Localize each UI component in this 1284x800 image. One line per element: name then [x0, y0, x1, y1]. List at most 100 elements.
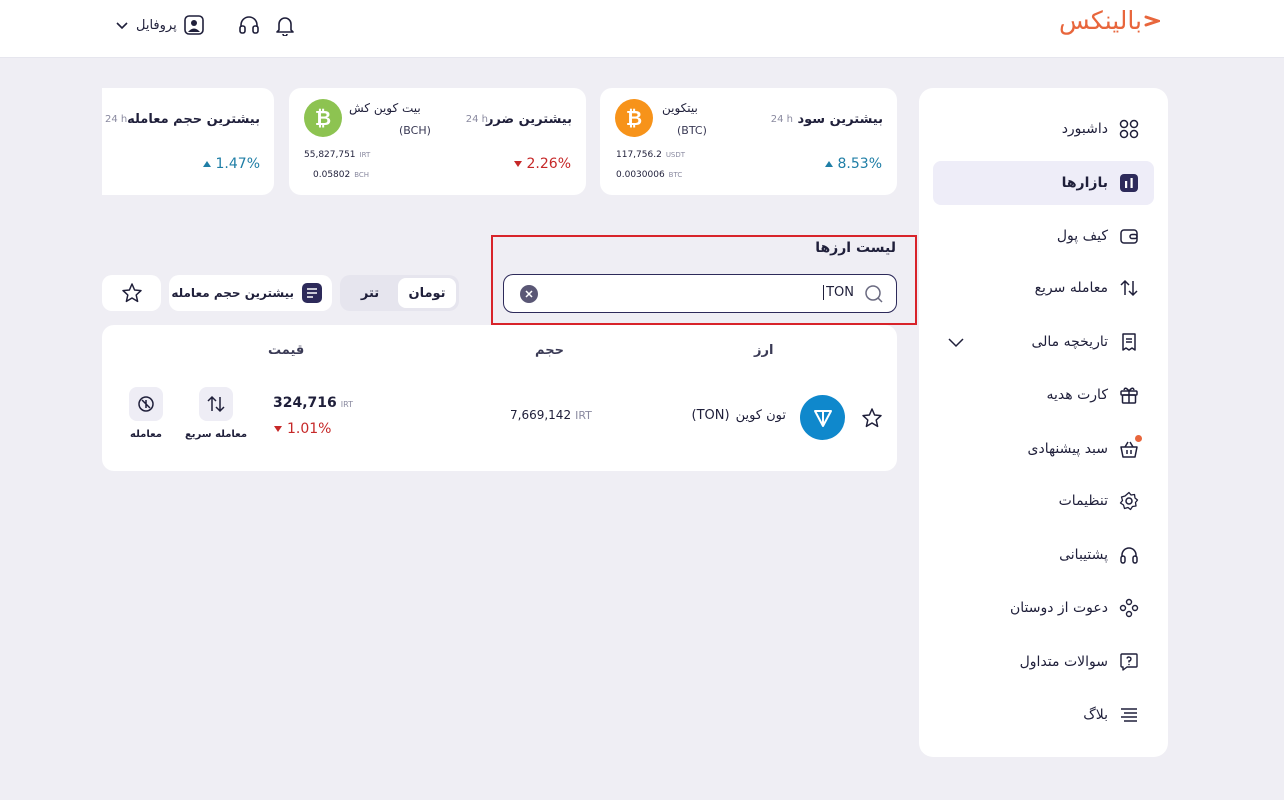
change-value: 1.01%	[287, 421, 332, 437]
sidebar-item-suggested-basket[interactable]: سبد پیشنهادی	[933, 427, 1154, 471]
trade-icon	[129, 387, 163, 421]
change-percent: 1.47%	[202, 156, 260, 172]
favorite-star-button[interactable]	[861, 407, 883, 433]
search-value: TON	[823, 285, 854, 300]
change-percent: 8.53%	[824, 156, 882, 172]
quick-trade-label: معامله سریع	[184, 429, 248, 440]
gift-icon	[1118, 384, 1140, 406]
favorites-filter-button[interactable]	[102, 275, 161, 311]
notification-dot	[1135, 435, 1142, 442]
sidebar-item-label: معامله سریع	[1034, 280, 1108, 296]
volume-unit: IRT	[575, 409, 592, 422]
sidebar-item-label: سوالات متداول	[1019, 654, 1108, 670]
price-mini: 55,827,751 IRT	[304, 150, 370, 160]
tab-tether[interactable]: تتر	[343, 278, 397, 308]
sort-label: بیشترین حجم معامله	[171, 286, 294, 300]
quick-trade-button[interactable]: معامله سریع	[184, 387, 248, 440]
coin-symbol: (BCH)	[399, 124, 431, 137]
menu-lines-icon	[1118, 704, 1140, 726]
change-value: 8.53%	[837, 156, 882, 172]
sidebar-item-label: بلاگ	[1083, 707, 1108, 723]
sidebar-item-blog[interactable]: بلاگ	[933, 693, 1154, 737]
search-input[interactable]: TON	[503, 274, 897, 313]
sidebar-item-settings[interactable]: تنظیمات	[933, 479, 1154, 523]
sidebar-item-label: کارت هدیه	[1046, 387, 1108, 403]
coin-label: (TON) تون کوین	[692, 408, 786, 423]
price-unit: USDT	[665, 151, 686, 159]
change-percent: 2.26%	[513, 156, 571, 172]
profile-menu[interactable]: پروفایل	[114, 14, 205, 36]
triangle-up-icon	[824, 161, 833, 167]
sidebar-item-support[interactable]: پشتیبانی	[933, 533, 1154, 577]
chevron-down-icon	[116, 22, 128, 30]
change-value: 1.47%	[215, 156, 260, 172]
logo[interactable]: بالینکس	[1059, 6, 1160, 35]
coin-name: بیتکوین	[662, 101, 698, 115]
sidebar-item-markets[interactable]: بازارها	[933, 161, 1154, 205]
headset-icon	[238, 16, 259, 34]
triangle-up-icon	[202, 161, 211, 167]
period-label: 24 h	[105, 114, 128, 125]
coin-table: ارز حجم قیمت (TON) تون کوین 7,669,142 IRT…	[102, 325, 897, 471]
top-gain-card[interactable]: بیشترین سود 24 h بیتکوین (BTC) ₿ 8.53% 1…	[600, 88, 897, 195]
tab-toman[interactable]: تومان	[398, 278, 456, 308]
logo-text: بالینکس	[1059, 6, 1142, 35]
star-icon	[121, 283, 142, 303]
volume-unit: BTC	[668, 171, 683, 179]
volume-value: 7,669,142	[510, 408, 572, 422]
notifications-button[interactable]	[273, 13, 297, 37]
sort-icon	[302, 283, 322, 303]
sidebar-item-label: تاریخچه مالی	[1031, 334, 1108, 350]
volume-value: 0.0030006	[616, 170, 665, 180]
search-icon	[865, 285, 883, 303]
sidebar-item-faq[interactable]: سوالات متداول	[933, 640, 1154, 684]
sidebar-item-dashboard[interactable]: داشبورد	[933, 107, 1154, 151]
sidebar-item-label: دعوت از دوستان	[1009, 600, 1108, 616]
period-label: 24 h	[465, 114, 488, 125]
sidebar-item-invite-friends[interactable]: دعوت از دوستان	[933, 586, 1154, 630]
sidebar-item-gift-card[interactable]: کارت هدیه	[933, 373, 1154, 417]
clear-search-button[interactable]	[520, 285, 538, 303]
bell-icon	[275, 17, 294, 36]
price-value: 324,716	[273, 395, 337, 411]
card-title: بیشترین ضرر	[485, 112, 572, 127]
top-volume-card[interactable]: بیشترین حجم معامله 24 h 1.47%	[102, 88, 274, 195]
user-icon	[183, 15, 204, 35]
triangle-down-icon	[513, 161, 522, 167]
card-title: بیشترین حجم معامله	[127, 112, 260, 127]
sidebar: داشبورد بازارها کیف پول معامله سریع تاری…	[919, 88, 1168, 757]
bitcoin-icon: ₿	[615, 99, 653, 137]
trade-button[interactable]: معامله	[116, 387, 176, 440]
top-loss-card[interactable]: بیشترین ضرر 24 h بیت کوین کش (BCH) ₿ 2.2…	[289, 88, 586, 195]
toncoin-icon[interactable]	[800, 395, 845, 440]
sidebar-item-financial-history[interactable]: تاریخچه مالی	[933, 320, 1154, 364]
coin-name: تون کوین	[735, 408, 786, 423]
currency-toggle: تومان تتر	[340, 275, 459, 311]
swap-arrows-icon	[199, 387, 233, 421]
sidebar-item-label: سبد پیشنهادی	[1027, 441, 1109, 457]
sidebar-item-quick-trade[interactable]: معامله سریع	[933, 266, 1154, 310]
users-icon	[1118, 597, 1140, 619]
volume-cell: 7,669,142 IRT	[510, 408, 592, 422]
receipt-icon	[1118, 331, 1140, 353]
sidebar-item-label: کیف پول	[1056, 228, 1108, 244]
triangle-down-icon	[274, 426, 282, 432]
header-volume: حجم	[535, 343, 564, 358]
sidebar-item-wallet[interactable]: کیف پول	[933, 214, 1154, 258]
support-headset-button[interactable]	[237, 13, 261, 37]
close-icon	[525, 290, 533, 298]
logo-mark-icon	[1144, 15, 1160, 26]
sort-button[interactable]: بیشترین حجم معامله	[169, 275, 332, 311]
sidebar-item-label: داشبورد	[1061, 121, 1108, 137]
grid-icon	[1118, 118, 1140, 140]
coin-symbol: (BTC)	[677, 124, 707, 137]
trade-label: معامله	[130, 429, 162, 440]
chevron-down-icon	[948, 338, 964, 348]
coin-symbol: (TON)	[691, 408, 730, 423]
star-icon	[862, 408, 882, 428]
swap-arrows-icon	[1118, 277, 1140, 299]
price-value: 55,827,751	[304, 150, 356, 160]
change-value: 2.26%	[526, 156, 571, 172]
header-tools: پروفایل	[114, 12, 297, 38]
volume-mini: 0.0030006 BTC	[616, 170, 682, 180]
